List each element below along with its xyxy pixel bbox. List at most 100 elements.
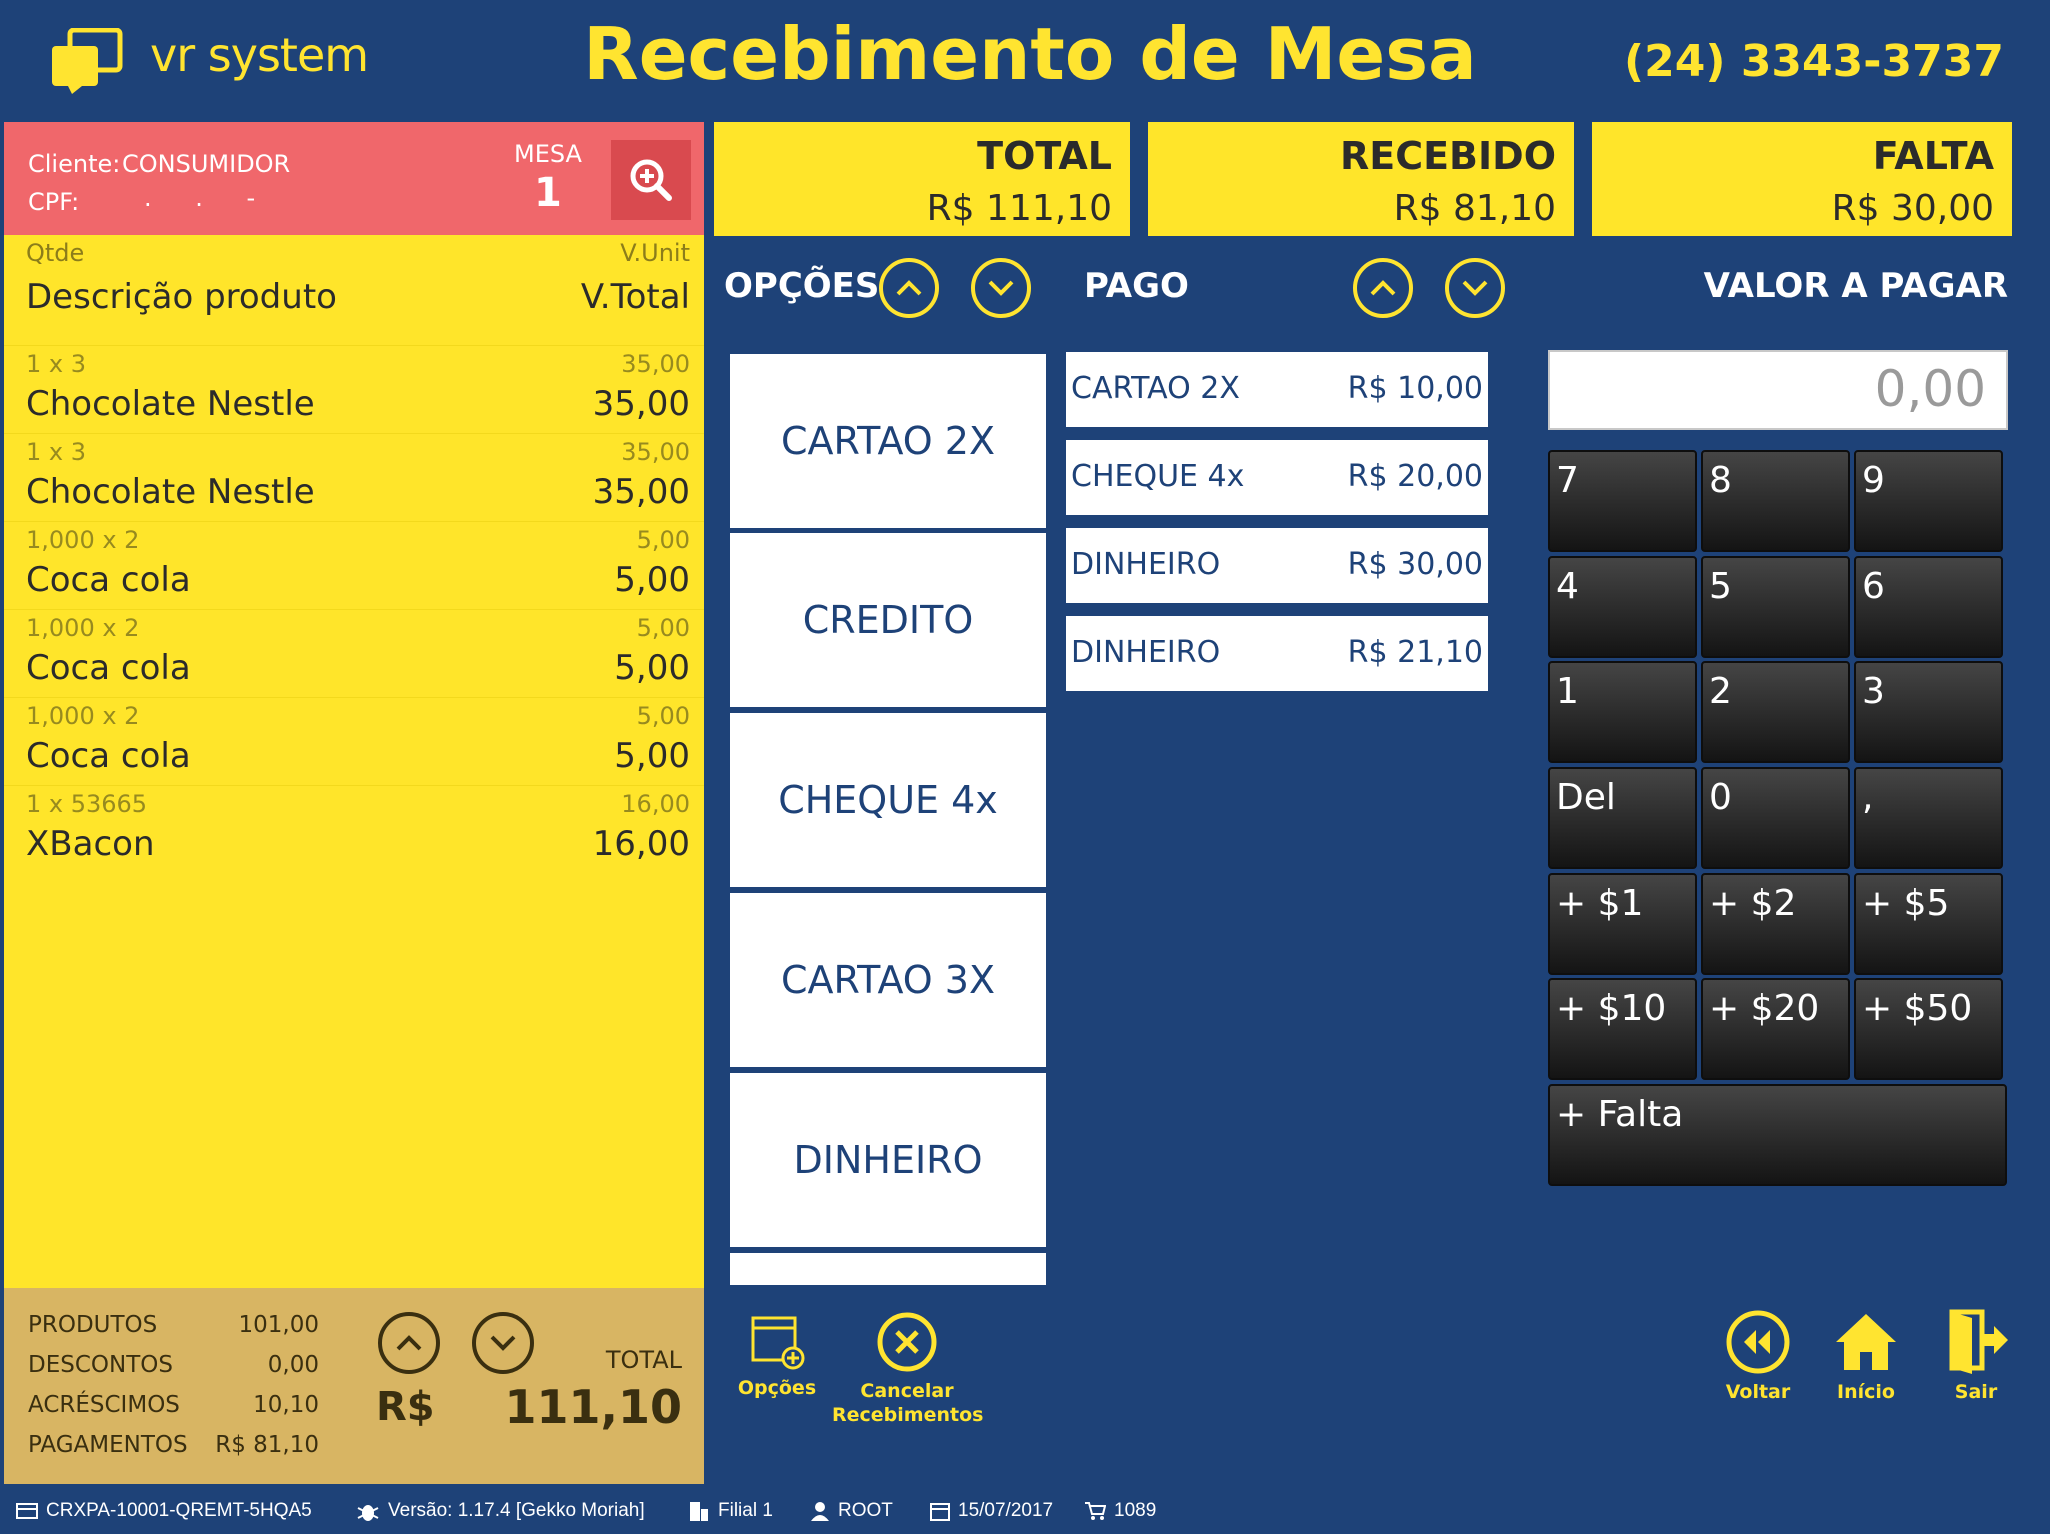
item-qty: 1 x 3 xyxy=(26,350,86,378)
total-value: R$ 111,10 xyxy=(926,188,1112,229)
keypad-key[interactable]: 7 xyxy=(1548,450,1697,552)
list-item[interactable]: 1 x 3 35,00 Chocolate Nestle 35,00 xyxy=(4,433,704,521)
list-item[interactable]: 1 x 53665 16,00 XBacon 16,00 xyxy=(4,785,704,873)
recebido-label: RECEBIDO xyxy=(1339,134,1556,178)
paid-item[interactable]: DINHEIRO R$ 21,10 xyxy=(1066,616,1488,691)
options-scroll-up-button[interactable] xyxy=(879,258,939,318)
add-amount-key[interactable]: + $1 xyxy=(1548,873,1697,975)
keypad-key[interactable]: 1 xyxy=(1548,661,1697,763)
item-total: 16,00 xyxy=(592,824,690,864)
keypad-key[interactable]: 3 xyxy=(1854,661,2003,763)
payment-option-button[interactable]: DINHEIRO xyxy=(730,1073,1046,1247)
user-status: ROOT xyxy=(810,1500,893,1522)
zoom-search-button[interactable] xyxy=(611,140,691,220)
cpf-label: CPF: xyxy=(28,188,80,216)
sair-label: Sair xyxy=(1954,1381,1998,1403)
paid-amount: R$ 20,00 xyxy=(1347,459,1483,494)
payment-option-button[interactable]: CREDITO xyxy=(730,533,1046,707)
date-text: 15/07/2017 xyxy=(958,1500,1054,1521)
items-list[interactable]: Qtde V.Unit Descrição produto V.Total 1 … xyxy=(4,235,704,1288)
keypad-key[interactable]: 8 xyxy=(1701,450,1850,552)
filial-status: Filial 1 xyxy=(688,1500,773,1522)
produtos-label: PRODUTOS xyxy=(28,1312,158,1338)
paid-method: DINHEIRO xyxy=(1071,635,1221,670)
inicio-button[interactable]: Início xyxy=(1826,1308,1906,1403)
list-item[interactable]: 1,000 x 2 5,00 Coca cola 5,00 xyxy=(4,521,704,609)
exit-door-icon xyxy=(1949,1309,2008,1374)
client-bar: Cliente: CONSUMIDOR CPF: . . - MESA 1 xyxy=(4,122,704,235)
cancelar-recebimentos-button[interactable]: Cancelar Recebimentos xyxy=(832,1310,983,1427)
descontos-label: DESCONTOS xyxy=(28,1352,173,1378)
item-qty: 1 x 53665 xyxy=(26,790,148,818)
filial-text: Filial 1 xyxy=(718,1500,773,1521)
summary-scroll-down-button[interactable] xyxy=(472,1312,534,1374)
add-falta-key[interactable]: + Falta xyxy=(1548,1084,2007,1186)
payment-option-button-partial[interactable] xyxy=(730,1253,1046,1285)
paid-amount: R$ 21,10 xyxy=(1347,635,1483,670)
cpf-value: . . - xyxy=(144,184,274,212)
item-name: Chocolate Nestle xyxy=(26,472,315,512)
paid-scroll-up-button[interactable] xyxy=(1353,258,1413,318)
acrescimos-label: ACRÉSCIMOS xyxy=(28,1392,180,1418)
keypad-key[interactable]: 0 xyxy=(1701,767,1850,869)
list-item[interactable]: 1,000 x 2 5,00 Coca cola 5,00 xyxy=(4,609,704,697)
keypad-key[interactable]: 9 xyxy=(1854,450,2003,552)
keypad-delete-key[interactable]: Del xyxy=(1548,767,1697,869)
zoom-in-icon xyxy=(630,159,672,201)
sair-button[interactable]: Sair xyxy=(1936,1308,2016,1403)
item-total: 5,00 xyxy=(614,736,690,776)
paid-item[interactable]: CARTAO 2X R$ 10,00 xyxy=(1066,352,1488,427)
valor-a-pagar-input[interactable]: 0,00 xyxy=(1548,350,2008,430)
cliente-label: Cliente: xyxy=(28,150,121,178)
unit-header: V.Unit xyxy=(620,239,690,267)
chevron-down-icon xyxy=(1462,280,1488,296)
payment-option-button[interactable]: CARTAO 2X xyxy=(730,354,1046,528)
total-header: V.Total xyxy=(580,277,690,317)
bug-icon xyxy=(357,1505,379,1521)
terminal-id: CRXPA-10001-QREMT-5HQA5 xyxy=(46,1500,312,1521)
payment-option-button[interactable]: CHEQUE 4x xyxy=(730,713,1046,887)
qty-header: Qtde xyxy=(26,239,85,267)
cart-status: 1089 xyxy=(1084,1500,1156,1522)
paid-item[interactable]: CHEQUE 4x R$ 20,00 xyxy=(1066,440,1488,515)
summary-total-value: 111,10 xyxy=(504,1380,682,1434)
paid-amount: R$ 30,00 xyxy=(1347,547,1483,582)
add-amount-key[interactable]: + $10 xyxy=(1548,978,1697,1080)
keypad-key[interactable]: 4 xyxy=(1548,556,1697,658)
keypad-key[interactable]: 5 xyxy=(1701,556,1850,658)
version-text: Versão: 1.17.4 [Gekko Moriah] xyxy=(388,1500,645,1521)
keypad-key[interactable]: 2 xyxy=(1701,661,1850,763)
window-add-icon xyxy=(751,1316,805,1370)
chevron-up-icon xyxy=(1370,280,1396,296)
add-amount-key[interactable]: + $50 xyxy=(1854,978,2003,1080)
cliente-value: CONSUMIDOR xyxy=(122,150,291,178)
list-item[interactable]: 1 x 3 35,00 Chocolate Nestle 35,00 xyxy=(4,345,704,433)
paid-scroll-down-button[interactable] xyxy=(1445,258,1505,318)
paid-amount: R$ 10,00 xyxy=(1347,371,1483,406)
paid-item[interactable]: DINHEIRO R$ 30,00 xyxy=(1066,528,1488,603)
item-qty: 1,000 x 2 xyxy=(26,526,140,554)
descontos-value: 0,00 xyxy=(267,1352,319,1378)
list-item[interactable]: 1,000 x 2 5,00 Coca cola 5,00 xyxy=(4,697,704,785)
voltar-button[interactable]: Voltar xyxy=(1718,1308,1798,1403)
item-qty: 1 x 3 xyxy=(26,438,86,466)
opcoes-action-button[interactable]: Opções xyxy=(732,1314,822,1399)
item-name: Coca cola xyxy=(26,648,191,688)
add-amount-key[interactable]: + $2 xyxy=(1701,873,1850,975)
options-scroll-down-button[interactable] xyxy=(971,258,1031,318)
paid-method: CHEQUE 4x xyxy=(1071,459,1245,494)
keypad-key[interactable]: 6 xyxy=(1854,556,2003,658)
item-name: Coca cola xyxy=(26,560,191,600)
add-amount-key[interactable]: + $5 xyxy=(1854,873,2003,975)
falta-label: FALTA xyxy=(1872,134,1994,178)
item-unit-price: 16,00 xyxy=(621,790,690,818)
summary-scroll-up-button[interactable] xyxy=(378,1312,440,1374)
version-status: Versão: 1.17.4 [Gekko Moriah] xyxy=(356,1500,645,1522)
opcoes-heading: OPÇÕES xyxy=(724,266,880,306)
keypad-comma-key[interactable]: , xyxy=(1854,767,2003,869)
chevron-down-icon xyxy=(988,280,1014,296)
valor-a-pagar-heading: VALOR A PAGAR xyxy=(1703,266,2008,306)
add-amount-key[interactable]: + $20 xyxy=(1701,978,1850,1080)
payment-option-button[interactable]: CARTAO 3X xyxy=(730,893,1046,1067)
chevron-up-icon xyxy=(396,1335,422,1351)
